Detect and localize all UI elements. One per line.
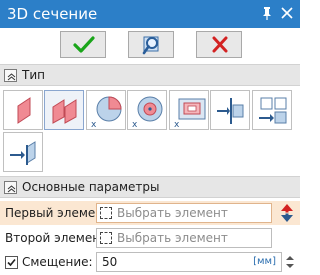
svg-text:x: x: [91, 120, 97, 130]
magnifier-icon: [142, 36, 159, 55]
first-element-row: Первый элемент: Выбрать элемент: [0, 201, 300, 225]
offset-spinner[interactable]: [283, 252, 297, 272]
cylinder-cut-icon: x: [91, 96, 122, 130]
arrow-plane-button[interactable]: [3, 132, 43, 172]
arrow-plane-icon: [10, 141, 36, 165]
close-icon[interactable]: [278, 4, 296, 22]
type-section-header[interactable]: Тип: [0, 64, 300, 86]
second-element-row: Второй элемент: Выбрать элемент: [0, 226, 300, 250]
cross-icon: [212, 36, 228, 53]
plane-arrow-button[interactable]: [210, 90, 250, 130]
plane-arrow-icon: [217, 98, 244, 124]
checkmark-icon: [73, 36, 95, 53]
first-element-placeholder: Выбрать элемент: [117, 206, 228, 220]
svg-text:x: x: [174, 120, 180, 130]
title-bar: 3D сечение: [0, 0, 300, 28]
type-section-label: Тип: [22, 68, 45, 82]
preview-button[interactable]: [128, 31, 174, 58]
box-cut-button[interactable]: x: [169, 90, 209, 130]
two-planes-section-button[interactable]: [44, 90, 84, 130]
svg-text:x: x: [132, 120, 138, 130]
grid-arrow-button[interactable]: [252, 90, 292, 130]
swap-arrows-icon: [281, 204, 293, 222]
ok-button[interactable]: [60, 31, 106, 58]
selection-box-icon: [100, 232, 112, 244]
cylinder-cut-button[interactable]: x: [86, 90, 126, 130]
first-element-field[interactable]: Выбрать элемент: [96, 203, 272, 223]
swap-elements-button[interactable]: [278, 203, 296, 223]
plane-section-button[interactable]: [3, 90, 43, 130]
sphere-cut-icon: x: [132, 96, 163, 130]
action-bar: [0, 28, 300, 63]
pin-icon[interactable]: [258, 4, 276, 22]
cancel-button[interactable]: [196, 31, 242, 58]
check-icon: [7, 258, 16, 267]
collapse-icon[interactable]: [4, 181, 17, 194]
plane-section-icon: [17, 97, 31, 124]
offset-row: Смещение: 50 [мм]: [0, 250, 300, 274]
params-section-header[interactable]: Основные параметры: [0, 176, 300, 198]
offset-input[interactable]: 50 [мм]: [96, 252, 282, 272]
second-element-placeholder: Выбрать элемент: [117, 231, 228, 245]
box-cut-icon: x: [174, 98, 206, 130]
offset-checkbox[interactable]: [5, 256, 18, 269]
grid-arrow-icon: [259, 97, 287, 124]
collapse-icon[interactable]: [4, 69, 17, 82]
offset-value: 50: [102, 255, 118, 269]
params-section-label: Основные параметры: [22, 180, 160, 194]
window-title: 3D сечение: [7, 5, 98, 23]
two-planes-section-icon: [52, 99, 77, 124]
spinner-arrows-icon: [286, 256, 294, 268]
offset-unit: [мм]: [253, 256, 276, 267]
offset-label: Смещение:: [22, 255, 93, 269]
sphere-cut-button[interactable]: x: [127, 90, 167, 130]
second-element-field[interactable]: Выбрать элемент: [96, 228, 272, 248]
section-type-grid: x x x: [0, 87, 300, 175]
selection-box-icon: [100, 207, 112, 219]
